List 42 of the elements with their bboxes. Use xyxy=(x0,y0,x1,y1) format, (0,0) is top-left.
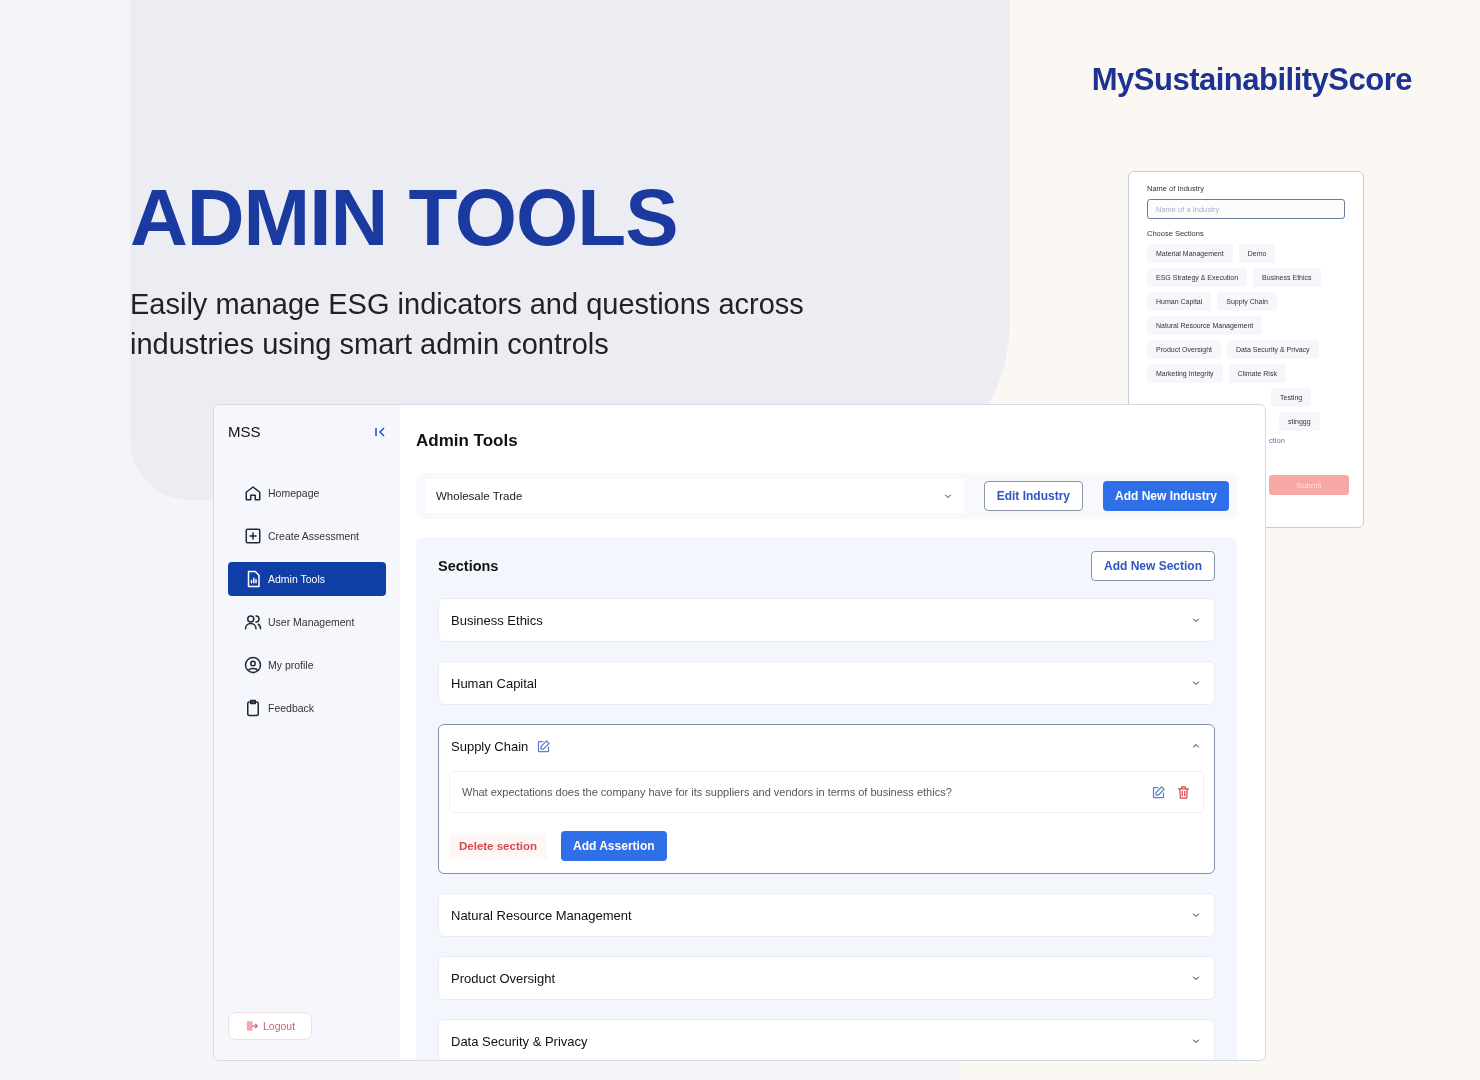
add-industry-button[interactable]: Add New Industry xyxy=(1103,481,1229,511)
nav-item[interactable]: Feedback xyxy=(228,691,386,725)
section-title: Supply Chain xyxy=(451,738,529,754)
plus-square-icon xyxy=(244,527,262,545)
section-title: Product Oversight xyxy=(451,970,556,986)
logout-icon xyxy=(245,1019,259,1033)
sections-title: Sections xyxy=(438,558,499,574)
nav-item[interactable]: Create Assessment xyxy=(228,519,386,553)
section-accordion[interactable]: Supply Chain What expectations does the company have for its suppliers and vendors in terms of business ethics? Delete section Add Assertion xyxy=(438,724,1215,874)
edit-icon xyxy=(536,738,552,754)
assertion-text: What expectations does the company have for its suppliers and vendors in terms of business ethics? xyxy=(462,786,953,798)
nav-item[interactable]: User Management xyxy=(228,605,386,639)
section-title: Business Ethics xyxy=(451,612,543,628)
home-icon xyxy=(244,484,262,502)
nav-item[interactable]: Homepage xyxy=(228,476,386,510)
nav-item[interactable]: My profile xyxy=(228,648,386,682)
user-circle-icon xyxy=(244,656,262,674)
section-title: Natural Resource Management xyxy=(451,907,632,923)
edit-industry-button[interactable]: Edit Industry xyxy=(983,481,1083,511)
section-accordion[interactable]: Product Oversight xyxy=(438,956,1215,1000)
edit-icon xyxy=(1151,784,1166,800)
trash-icon xyxy=(1176,784,1191,800)
section-title: Data Security & Privacy xyxy=(451,1033,588,1049)
delete-section-button[interactable]: Delete section xyxy=(449,833,547,859)
collapse-icon[interactable] xyxy=(374,425,386,438)
section-accordion[interactable]: Data Security & Privacy xyxy=(438,1019,1215,1060)
hero-subtitle: Easily manage ESG indicators and questions across industries using smart admin controls xyxy=(130,287,805,362)
add-assertion-button[interactable]: Add Assertion xyxy=(561,831,667,861)
section-accordion[interactable]: Business Ethics xyxy=(438,598,1215,642)
nav-item[interactable]: Admin Tools xyxy=(228,562,386,596)
clipboard-icon xyxy=(244,699,262,717)
page-title: Admin Tools xyxy=(416,431,519,451)
users-icon xyxy=(244,613,262,631)
add-section-button[interactable]: Add New Section xyxy=(1091,551,1215,581)
brand-logo: MySustainabilityScore xyxy=(1091,62,1412,98)
app-logo: MSS xyxy=(228,423,261,440)
logout-button[interactable]: Logout xyxy=(228,1012,313,1040)
industry-dropdown[interactable]: Wholesale Trade xyxy=(426,479,964,513)
section-accordion[interactable]: Natural Resource Management xyxy=(438,893,1215,937)
section-title: Human Capital xyxy=(451,675,537,691)
section-accordion[interactable]: Human Capital xyxy=(438,661,1215,705)
hero-title: ADMIN TOOLS xyxy=(130,178,679,258)
